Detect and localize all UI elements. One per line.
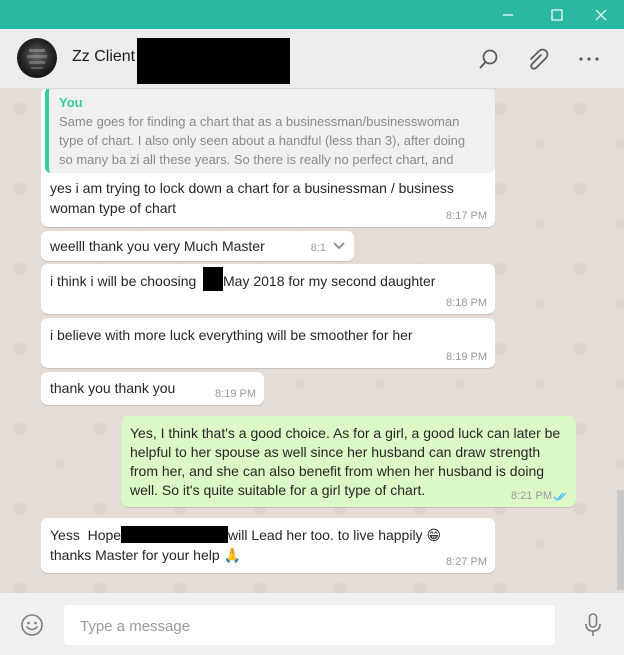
- chat-header[interactable]: Zz Client: [0, 29, 624, 89]
- quote-author: You: [59, 95, 83, 110]
- message-text: thanks Master for your help 🙏: [50, 547, 241, 563]
- quote-text-line: Same goes for finding a chart that as a …: [59, 114, 460, 129]
- message-bubble-incoming[interactable]: Yess Hope will Lead her too. to live hap…: [41, 518, 495, 573]
- close-button[interactable]: [581, 0, 621, 29]
- message-text: weelll thank you very Much Master: [50, 238, 265, 254]
- message-time: 8:1: [310, 242, 326, 254]
- message-text: Yess Hope: [50, 527, 122, 543]
- message-text: yes i am trying to lock down a chart for…: [50, 180, 454, 196]
- chevron-down-icon[interactable]: [332, 238, 346, 252]
- avatar[interactable]: [17, 38, 57, 78]
- emoji-icon[interactable]: [20, 613, 44, 637]
- quoted-message[interactable]: You Same goes for finding a chart that a…: [45, 89, 495, 173]
- search-icon: [479, 49, 498, 69]
- message-text: woman type of chart: [50, 200, 177, 216]
- quote-text-line: type of chart. I also only seen about a …: [59, 133, 466, 148]
- message-bubble-incoming[interactable]: weelll thank you very Much Master 8:1: [41, 231, 354, 261]
- contact-name: Zz Client: [72, 48, 136, 65]
- maximize-button[interactable]: [537, 0, 577, 29]
- maximize-icon: [551, 9, 563, 21]
- message-input-container: [64, 605, 555, 647]
- message-text: from her, and she can also benefit from …: [130, 463, 545, 479]
- redacted-block: [203, 267, 223, 291]
- message-text: helpful to her spouse as well since her …: [130, 444, 541, 460]
- chat-messages[interactable]: You Same goes for finding a chart that a…: [0, 89, 624, 593]
- more-options-icon: [579, 57, 599, 61]
- message-time: 8:27 PM: [446, 556, 487, 568]
- message-bubble-incoming[interactable]: You Same goes for finding a chart that a…: [41, 89, 495, 227]
- message-time: 8:21 PM: [511, 490, 552, 502]
- message-bubble-incoming[interactable]: thank you thank you 8:19 PM: [41, 372, 264, 405]
- message-bubble-outgoing[interactable]: Yes, I think that's a good choice. As fo…: [121, 416, 576, 507]
- redacted-block: [121, 526, 228, 543]
- window-titlebar: [0, 0, 624, 29]
- attach-button[interactable]: [525, 46, 551, 72]
- message-text: well. So it's quite suitable for a girl …: [130, 482, 426, 498]
- minimize-button[interactable]: [488, 0, 528, 29]
- search-button[interactable]: [476, 46, 502, 72]
- message-input[interactable]: [78, 605, 542, 647]
- message-time: 8:19 PM: [446, 351, 487, 363]
- double-check-icon: [553, 492, 567, 502]
- message-bubble-incoming[interactable]: i believe with more luck everything will…: [41, 318, 495, 368]
- quote-text-line: so many ba zi all these years. So there …: [59, 152, 454, 167]
- close-icon: [595, 9, 607, 21]
- message-text: Yes, I think that's a good choice. As fo…: [130, 425, 561, 441]
- attach-icon: [530, 48, 549, 70]
- more-options-button[interactable]: [576, 46, 602, 72]
- message-text: i believe with more luck everything will…: [50, 327, 413, 343]
- message-time: 8:18 PM: [446, 297, 487, 309]
- message-bubble-incoming[interactable]: i think i will be choosing May 2018 for …: [41, 264, 495, 314]
- message-time: 8:19 PM: [215, 388, 256, 400]
- avatar-image: [27, 49, 47, 69]
- message-time: 8:17 PM: [446, 210, 487, 222]
- redacted-block: [137, 38, 290, 84]
- message-text: May 2018 for my second daughter: [223, 273, 436, 289]
- compose-bar: [0, 593, 624, 655]
- minimize-icon: [503, 14, 513, 16]
- message-text: i think i will be choosing: [50, 273, 197, 289]
- message-text: will Lead her too. to live happily 😁: [228, 527, 442, 543]
- message-text: thank you thank you: [50, 380, 176, 396]
- scrollbar-thumb[interactable]: [617, 490, 624, 590]
- microphone-icon[interactable]: [582, 612, 604, 638]
